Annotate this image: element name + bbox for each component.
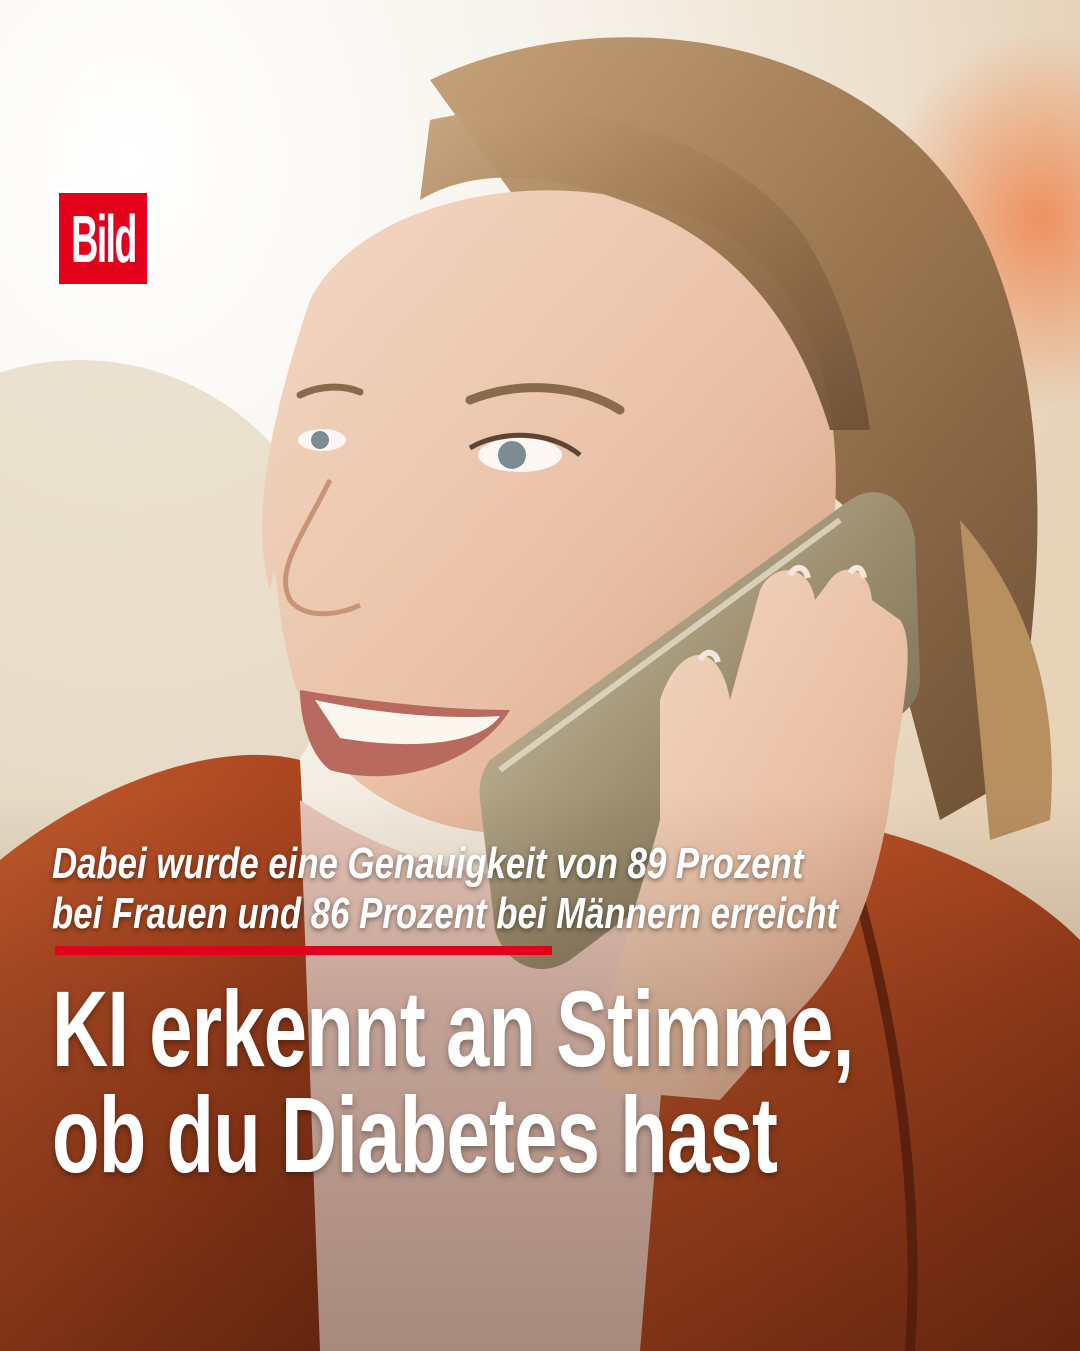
bild-logo-text: Bild <box>70 200 137 277</box>
red-divider <box>55 946 552 955</box>
bild-logo: Bild <box>55 189 151 288</box>
bild-logo-box: Bild <box>59 193 147 284</box>
subheadline-line-1: Dabei wurde eine Genauigkeit von 89 Proz… <box>52 839 804 888</box>
post-card: Bild Dabei wurde eine Genauigkeit von 89… <box>0 0 1080 1351</box>
headline-line-1: KI erkennt an Stimme, <box>52 968 854 1089</box>
subheadline-line-2: bei Frauen und 86 Prozent bei Männern er… <box>52 889 839 938</box>
headline-line-2: ob du Diabetes hast <box>52 1074 778 1195</box>
